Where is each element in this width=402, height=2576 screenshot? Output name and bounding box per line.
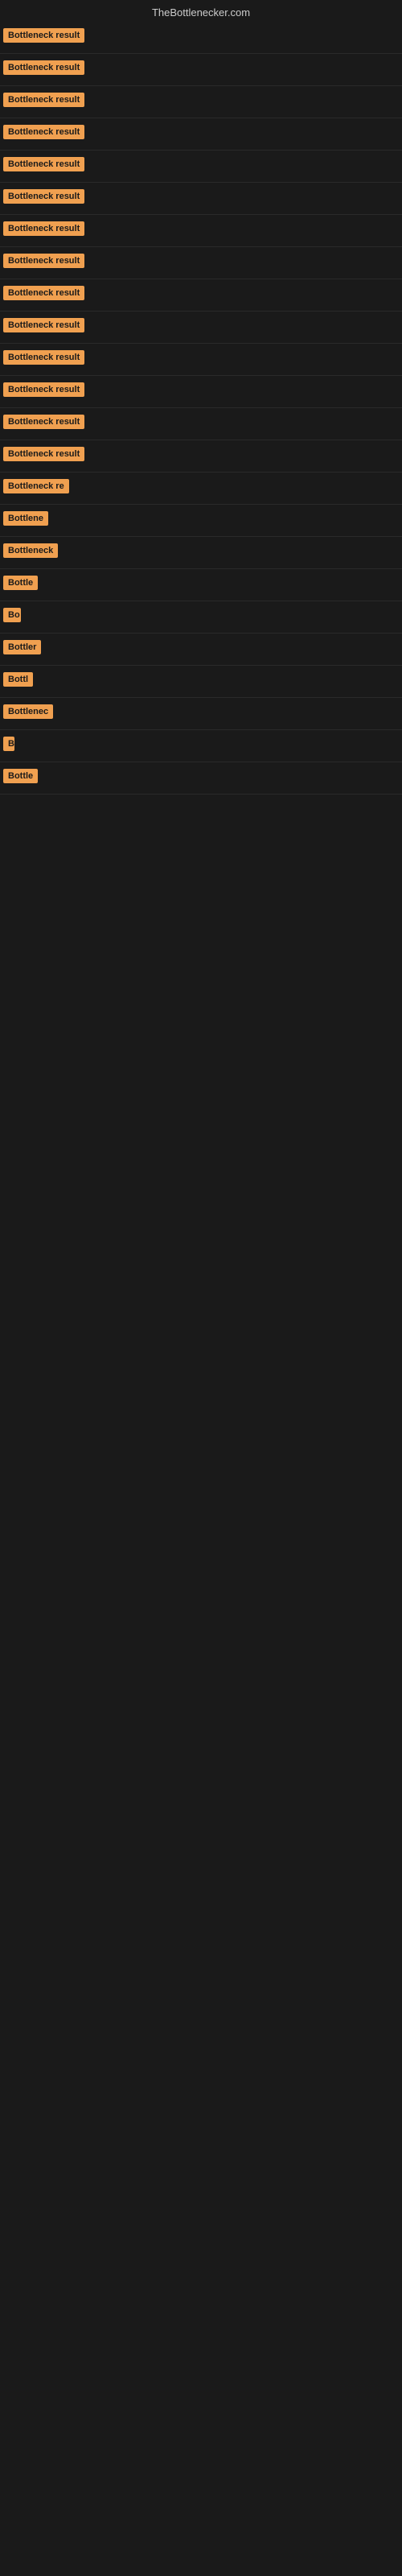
bottleneck-badge[interactable]: Bottleneck [3,543,58,558]
bottleneck-badge[interactable]: Bottl [3,672,33,687]
result-row: Bottleneck result [0,54,402,86]
result-row: Bottleneck result [0,22,402,54]
bottleneck-badge[interactable]: Bottler [3,640,41,654]
result-row: Bottleneck re [0,473,402,505]
site-title-container: TheBottlenecker.com [0,0,402,22]
result-row: Bo [0,601,402,634]
site-title: TheBottlenecker.com [0,0,402,22]
bottleneck-badge[interactable]: Bottlenec [3,704,53,719]
result-row: Bottler [0,634,402,666]
result-row: Bottleneck result [0,408,402,440]
result-row: Bottleneck result [0,86,402,118]
result-row: Bottleneck [0,537,402,569]
result-row: B [0,730,402,762]
bottleneck-badge[interactable]: Bottleneck result [3,221,84,236]
bottleneck-badge[interactable]: Bottleneck result [3,415,84,429]
result-row: Bottleneck result [0,183,402,215]
bottleneck-badge[interactable]: Bo [3,608,21,622]
result-row: Bottlene [0,505,402,537]
bottleneck-badge[interactable]: Bottleneck result [3,350,84,365]
bottleneck-badge[interactable]: Bottleneck result [3,254,84,268]
bottleneck-badge[interactable]: Bottle [3,769,38,783]
bottleneck-badge[interactable]: Bottlene [3,511,48,526]
result-row: Bottleneck result [0,344,402,376]
bottleneck-badge[interactable]: Bottle [3,576,38,590]
result-row: Bottle [0,762,402,795]
bottleneck-badge[interactable]: Bottleneck result [3,157,84,171]
bottleneck-badge[interactable]: Bottleneck result [3,382,84,397]
result-row: Bottleneck result [0,279,402,312]
bottleneck-badge[interactable]: Bottleneck re [3,479,69,493]
bottleneck-badge[interactable]: Bottleneck result [3,93,84,107]
bottleneck-badge[interactable]: Bottleneck result [3,125,84,139]
result-row: Bottl [0,666,402,698]
results-list: Bottleneck result Bottleneck result Bottle… [0,22,402,795]
result-row: Bottleneck result [0,312,402,344]
bottleneck-badge[interactable]: Bottleneck result [3,189,84,204]
result-row: Bottleneck result [0,151,402,183]
result-row: Bottleneck result [0,215,402,247]
bottleneck-badge[interactable]: Bottleneck result [3,447,84,461]
bottleneck-badge[interactable]: B [3,737,14,751]
result-row: Bottleneck result [0,247,402,279]
result-row: Bottleneck result [0,376,402,408]
bottleneck-badge[interactable]: Bottleneck result [3,28,84,43]
result-row: Bottle [0,569,402,601]
bottleneck-badge[interactable]: Bottleneck result [3,318,84,332]
bottleneck-badge[interactable]: Bottleneck result [3,60,84,75]
bottleneck-badge[interactable]: Bottleneck result [3,286,84,300]
result-row: Bottlenec [0,698,402,730]
result-row: Bottleneck result [0,440,402,473]
result-row: Bottleneck result [0,118,402,151]
